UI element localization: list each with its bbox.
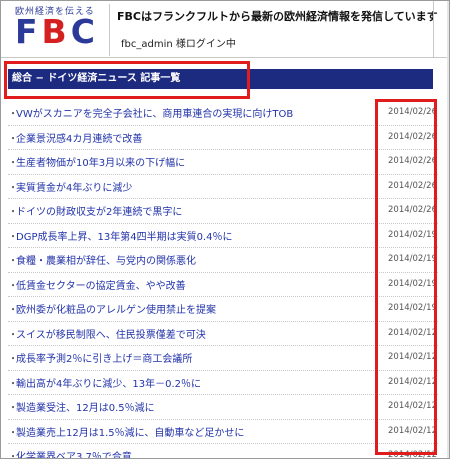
article-title-link[interactable]: DGP成長率上昇、13年第4四半期は実質0.4％に [8,228,232,243]
article-title-link[interactable]: 製造業受注、12月は0.5％減に [8,399,155,414]
login-status: fbc_admin 様ログイン中 [121,39,236,50]
article-title-link[interactable]: 化学業界ベア3.7％で合意 [8,448,132,458]
article-row: DGP成長率上昇、13年第4四半期は実質0.4％に2014/02/19 [8,224,438,248]
article-title-link[interactable]: 企業景況感4カ月連続で改善 [8,130,142,145]
article-row: 輸出高が4年ぶりに減少、13年－0.2％に2014/02/12 [8,371,438,395]
site-header: 欧州経済を伝える FBC FBCはフランクフルトから最新の欧州経済情報を発信して… [1,1,447,58]
article-title-link[interactable]: 製造業売上12月は1.5％減に、自動車など足かせに [8,424,244,439]
date-column-highlight-box [375,99,437,455]
article-row: 食糧・農業相が辞任、与党内の関係悪化2014/02/19 [8,248,438,273]
article-title-link[interactable]: 生産者物価が10年3月以来の下げ幅に [8,154,185,169]
article-row: 低賃金セクターの協定賃金、やや改善2014/02/19 [8,273,438,297]
article-row: 製造業売上12月は1.5％減に、自動車など足かせに2014/02/12 [8,420,438,444]
article-row: 生産者物価が10年3月以来の下げ幅に2014/02/26 [8,150,438,175]
article-row: スイスが移民制限へ、住民投票僅差で可決2014/02/12 [8,322,438,346]
page-frame: 欧州経済を伝える FBC FBCはフランクフルトから最新の欧州経済情報を発信して… [0,0,450,459]
article-row: 成長率予測2％に引き上げ＝商工会議所2014/02/12 [8,346,438,371]
header-divider [109,4,110,56]
article-title-link[interactable]: 欧州委が化粧品のアレルゲン使用禁止を提案 [8,301,216,316]
scrollbar[interactable] [447,1,449,458]
article-title-link[interactable]: 実質賃金が4年ぶりに減少 [8,179,132,194]
article-title-link[interactable]: 成長率予測2％に引き上げ＝商工会議所 [8,350,192,365]
article-row: VWがスカニアを完全子会社に、商用車連合の実現に向けTOB2014/02/26 [8,101,438,126]
article-row: 企業景況感4カ月連続で改善2014/02/26 [8,126,438,150]
site-tagline: FBCはフランクフルトから最新の欧州経済情報を発信しています [117,10,438,23]
article-row: 欧州委が化粧品のアレルゲン使用禁止を提案2014/02/19 [8,297,438,322]
article-title-link[interactable]: スイスが移民制限へ、住民投票僅差で可決 [8,326,206,341]
article-list: VWがスカニアを完全子会社に、商用車連合の実現に向けTOB2014/02/26企… [8,101,438,458]
article-title-link[interactable]: VWがスカニアを完全子会社に、商用車連合の実現に向けTOB [8,105,293,120]
article-row: 製造業受注、12月は0.5％減に2014/02/12 [8,395,438,420]
article-title-link[interactable]: 低賃金セクターの協定賃金、やや改善 [8,277,186,292]
fbc-logo[interactable]: FBC [15,15,99,49]
article-title-link[interactable]: 輸出高が4年ぶりに減少、13年－0.2％に [8,375,201,390]
article-row: ドイツの財政収支が2年連続で黒字に2014/02/26 [8,199,438,224]
article-row: 化学業界ベア3.7％で合意2014/02/12 [8,444,438,458]
header-right-divider [433,1,434,57]
section-highlight-box [4,61,250,99]
article-title-link[interactable]: ドイツの財政収支が2年連続で黒字に [8,203,182,218]
article-row: 実質賃金が4年ぶりに減少2014/02/26 [8,175,438,199]
article-title-link[interactable]: 食糧・農業相が辞任、与党内の関係悪化 [8,252,196,267]
